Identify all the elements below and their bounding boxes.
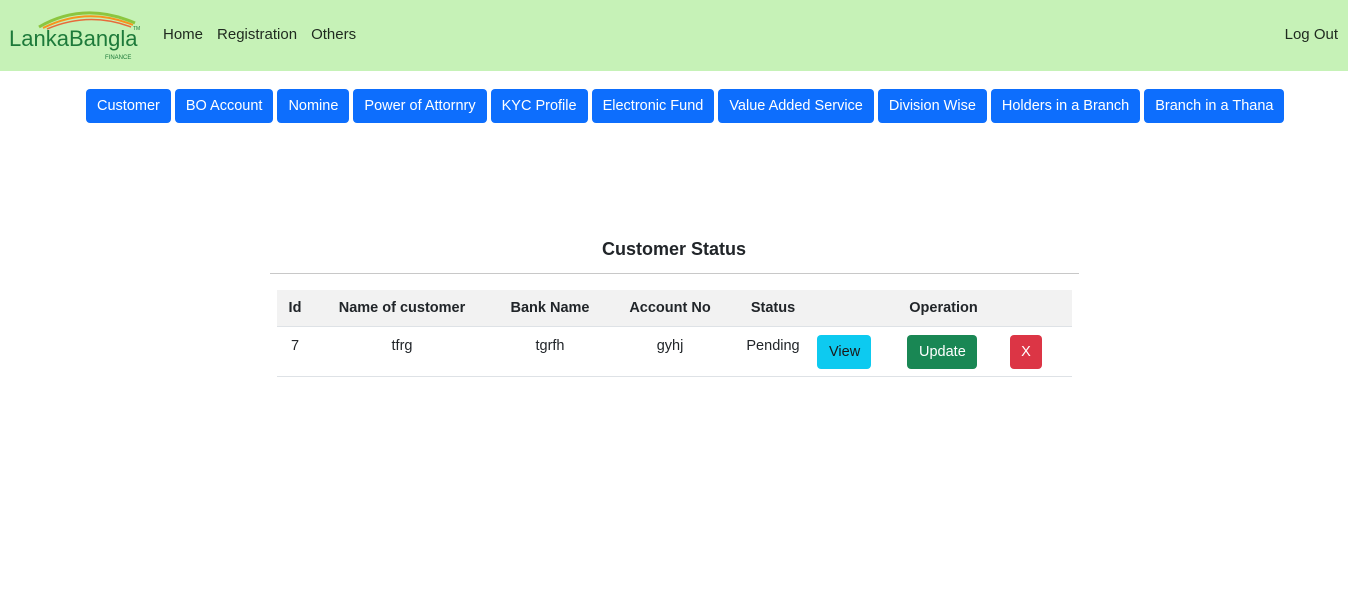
tab-holders-in-branch[interactable]: Holders in a Branch — [990, 89, 1141, 123]
tab-power-of-attorney[interactable]: Power of Attornry — [353, 89, 487, 123]
cell-status: Pending — [731, 326, 815, 377]
tab-nomine[interactable]: Nomine — [277, 89, 350, 123]
tab-division-wise[interactable]: Division Wise — [877, 89, 987, 123]
logo-text: LankaBangla — [9, 26, 138, 51]
category-tabs: Customer BO Account Nomine Power of Atto… — [86, 89, 1285, 123]
delete-button[interactable]: X — [1010, 334, 1042, 369]
title-divider — [270, 273, 1079, 274]
tab-bo-account[interactable]: BO Account — [174, 89, 274, 123]
logo-tm: TM — [133, 26, 140, 32]
tab-customer[interactable]: Customer — [86, 89, 171, 123]
tab-kyc-profile[interactable]: KYC Profile — [490, 89, 588, 123]
top-navbar: LankaBangla FINANCE TM Home Registration… — [0, 0, 1348, 71]
cell-account: gyhj — [609, 326, 731, 377]
col-account: Account No — [609, 290, 731, 327]
tab-electronic-fund[interactable]: Electronic Fund — [591, 89, 715, 123]
col-operation: Operation — [815, 290, 1072, 327]
view-button[interactable]: View — [817, 334, 871, 369]
col-id: Id — [277, 290, 313, 327]
cell-operation: View Update X — [815, 326, 1072, 377]
lankabangla-logo[interactable]: LankaBangla FINANCE TM — [9, 9, 143, 61]
cell-id: 7 — [277, 326, 313, 377]
logo-subtext: FINANCE — [105, 55, 131, 61]
col-name: Name of customer — [313, 290, 491, 327]
cell-bank: tgrfh — [491, 326, 609, 377]
table-header-row: Id Name of customer Bank Name Account No… — [277, 290, 1072, 327]
update-button[interactable]: Update — [907, 334, 977, 369]
nav-others[interactable]: Others — [311, 26, 356, 44]
col-bank: Bank Name — [491, 290, 609, 327]
nav-registration[interactable]: Registration — [217, 26, 297, 44]
logout-link[interactable]: Log Out — [1285, 26, 1338, 44]
nav-home[interactable]: Home — [163, 26, 203, 44]
col-status: Status — [731, 290, 815, 327]
customer-status-table: Id Name of customer Bank Name Account No… — [277, 290, 1072, 377]
page-title: Customer Status — [601, 239, 747, 259]
tab-branch-in-thana[interactable]: Branch in a Thana — [1144, 89, 1285, 123]
table-row: 7 tfrg tgrfh gyhj Pending View Update X — [277, 326, 1072, 377]
cell-name: tfrg — [313, 326, 491, 377]
tab-value-added-service[interactable]: Value Added Service — [718, 89, 874, 123]
main-nav: Home Registration Others — [163, 26, 370, 44]
